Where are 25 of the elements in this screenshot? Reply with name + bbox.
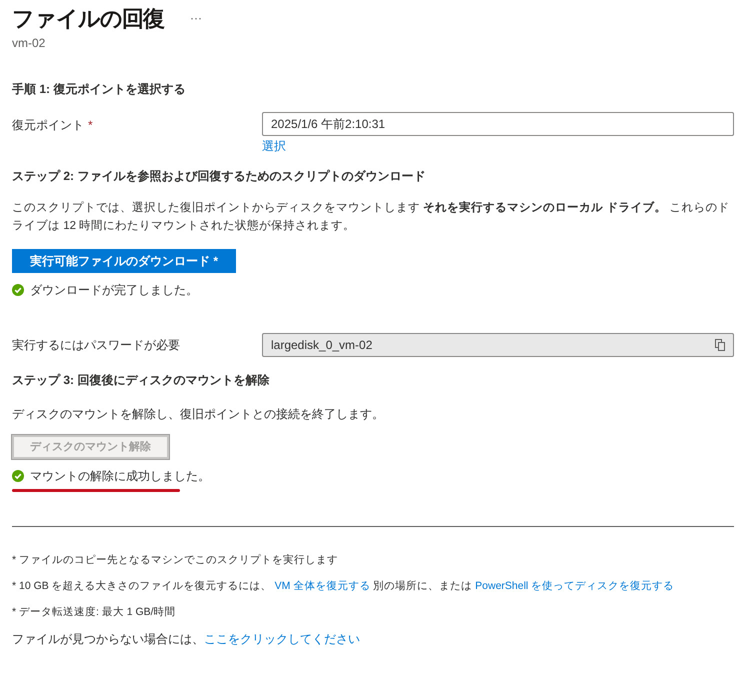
footnote-text: * データ転送速度: 最大 1 GB/時間 — [12, 605, 177, 620]
help-link[interactable]: ここをクリックしてください — [204, 630, 360, 648]
footnote-link[interactable]: VM 全体を復元する — [274, 580, 370, 592]
field-label: 実行するにはパスワードが必要 — [12, 337, 181, 354]
date-field[interactable]: 2025/1/6 午前2:10:31 — [262, 112, 734, 136]
page-subtitle: vm-02 — [12, 35, 46, 50]
description-text: ディスクのマウントを解除し、復旧ポイントとの接続を終了します。 — [12, 406, 385, 423]
footnote-text: * 10 GB を超える大きさのファイルを復元するには、 VM 全体を復元する 別の場所に、または PowerShell を使ってディスクを復元する — [12, 579, 676, 594]
password-field[interactable]: largedisk_0_vm-02 — [262, 333, 734, 357]
status-message: ダウンロードが完了しました。 — [30, 282, 198, 299]
download-button[interactable]: 実行可能ファイルのダウンロード * — [12, 249, 236, 273]
footnote-link[interactable]: PowerShell を使ってディスクを復元する — [475, 580, 674, 592]
footnote-text: * ファイルのコピー先となるマシンでこのスクリプトを実行します — [12, 553, 340, 568]
help-text: ファイルが見つからない場合には、 — [12, 631, 204, 648]
page-title: ファイルの回復 — [12, 4, 164, 32]
required-mark: * — [88, 117, 93, 130]
field-label: 復元ポイント — [12, 117, 84, 130]
section-heading: ステップ 2: ファイルを参照および回復するためのスクリプトのダウンロード — [12, 168, 426, 183]
status-message: マウントの解除に成功しました。 — [30, 468, 210, 485]
select-link[interactable]: 選択 — [262, 137, 286, 155]
description-text: このスクリプトでは、選択した復旧ポイントからディスクをマウントします それを実行するマシンのローカル ドライブ。 これらのドライブは 12 時間にわたりマウントされた状態が保持されます。 — [12, 200, 731, 234]
more-menu[interactable]: ··· — [190, 9, 202, 27]
section-heading: 手順 1: 復元ポイントを選択する — [12, 81, 186, 96]
copy-icon[interactable] — [715, 339, 725, 351]
section-heading: ステップ 3: 回復後にディスクのマウントを解除 — [12, 372, 270, 387]
